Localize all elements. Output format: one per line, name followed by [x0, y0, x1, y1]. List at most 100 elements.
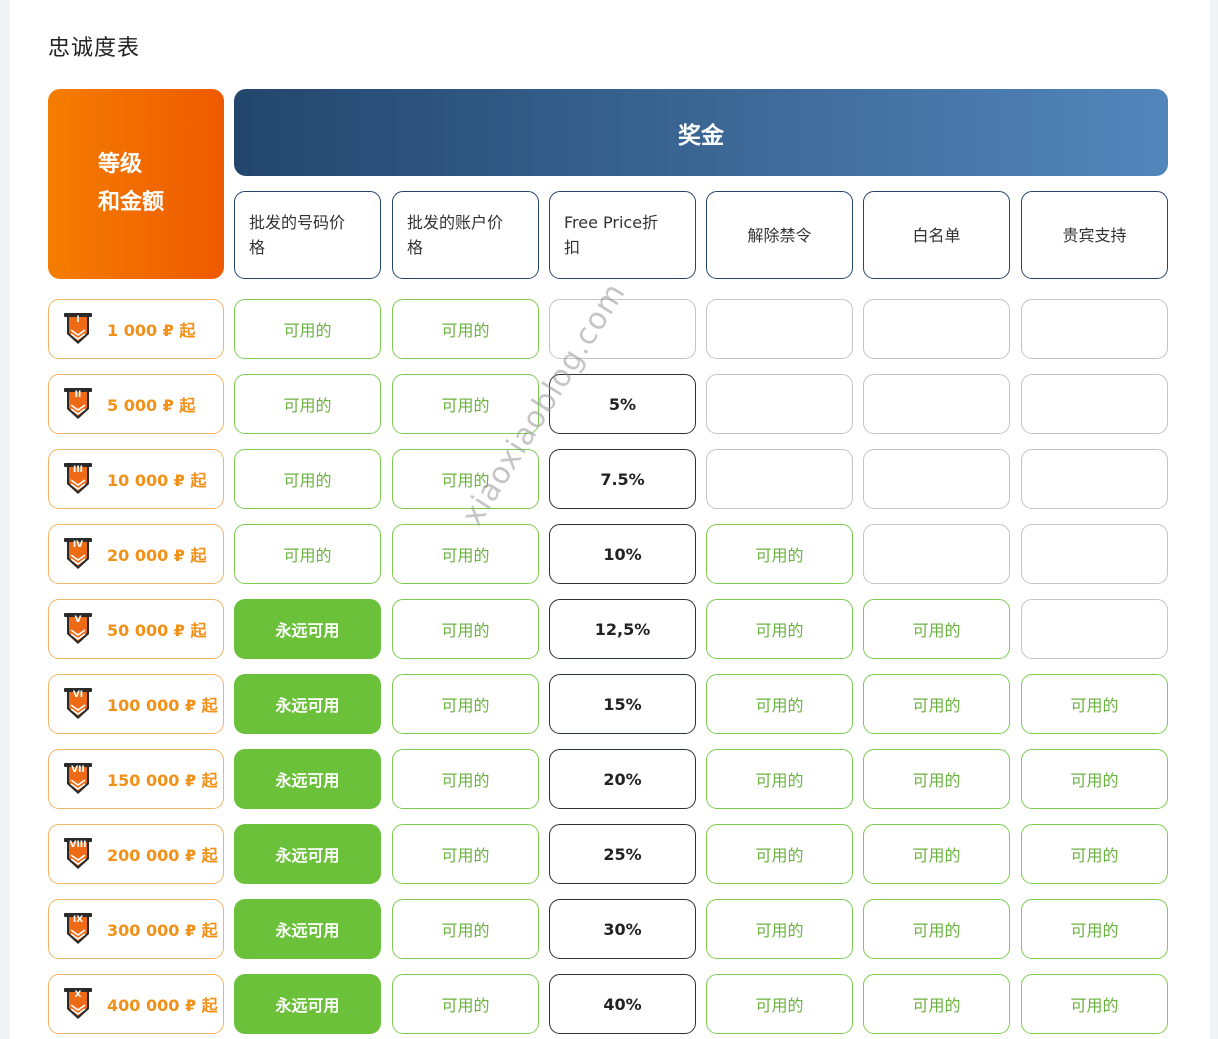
discount-cell: 15% [549, 674, 696, 734]
available-cell: 可用的 [863, 599, 1010, 659]
discount-cell: 12,5% [549, 599, 696, 659]
available-cell: 可用的 [392, 824, 539, 884]
level-amount: 300 000 ₽ 起 [107, 921, 218, 940]
column-header-line1: 批发的号码价 [249, 213, 346, 232]
column-header-text: 批发的账户价格 [407, 210, 503, 260]
available-cell: 可用的 [1021, 824, 1168, 884]
level-amount: 1 000 ₽ 起 [107, 321, 196, 340]
level-amount: 20 000 ₽ 起 [107, 546, 207, 565]
available-cell: 可用的 [706, 524, 853, 584]
available-cell: 可用的 [706, 749, 853, 809]
level-badge-numeral: III [72, 465, 84, 475]
level-amount: 100 000 ₽ 起 [107, 696, 218, 715]
available-cell: 可用的 [863, 824, 1010, 884]
column-header-6: 贵宾支持 [1021, 191, 1168, 279]
column-header-line2: 格 [249, 238, 266, 257]
available-cell: 可用的 [863, 899, 1010, 959]
empty-cell [1021, 374, 1168, 434]
available-cell: 可用的 [863, 974, 1010, 1034]
level-badge-icon: VI [63, 687, 93, 721]
level-cell: IX 300 000 ₽ 起 [48, 899, 224, 959]
level-badge-icon: I [63, 312, 93, 346]
level-amount: 400 000 ₽ 起 [107, 996, 218, 1015]
level-amount: 10 000 ₽ 起 [107, 471, 207, 490]
empty-cell [706, 299, 853, 359]
available-cell: 可用的 [1021, 974, 1168, 1034]
level-cell: IV 20 000 ₽ 起 [48, 524, 224, 584]
level-badge-icon: IV [63, 537, 93, 571]
available-cell: 可用的 [234, 374, 381, 434]
level-cell: X 400 000 ₽ 起 [48, 974, 224, 1034]
discount-cell: 25% [549, 824, 696, 884]
always-available-cell: 永远可用 [234, 974, 381, 1034]
available-cell: 可用的 [234, 299, 381, 359]
level-amount: 50 000 ₽ 起 [107, 621, 207, 640]
level-cell: V 50 000 ₽ 起 [48, 599, 224, 659]
level-badge-icon: VIII [63, 837, 93, 871]
discount-cell: 7.5% [549, 449, 696, 509]
level-badge-icon: III [63, 462, 93, 496]
available-cell: 可用的 [392, 599, 539, 659]
level-cell: III 10 000 ₽ 起 [48, 449, 224, 509]
empty-cell [863, 449, 1010, 509]
page-title: 忠诚度表 [48, 36, 141, 61]
always-available-cell: 永远可用 [234, 674, 381, 734]
empty-cell [863, 299, 1010, 359]
available-cell: 可用的 [392, 899, 539, 959]
available-cell: 可用的 [1021, 899, 1168, 959]
level-amount: 5 000 ₽ 起 [107, 396, 196, 415]
level-cell: VII 150 000 ₽ 起 [48, 749, 224, 809]
level-badge-icon: II [63, 387, 93, 421]
level-badge-icon: V [63, 612, 93, 646]
level-cell: II 5 000 ₽ 起 [48, 374, 224, 434]
column-header-text: 贵宾支持 [1062, 223, 1126, 248]
available-cell: 可用的 [1021, 749, 1168, 809]
always-available-cell: 永远可用 [234, 599, 381, 659]
column-header-text: 解除禁令 [747, 223, 811, 248]
always-available-cell: 永远可用 [234, 899, 381, 959]
column-header-line2: 扣 [564, 238, 581, 257]
available-cell: 可用的 [863, 674, 1010, 734]
empty-cell [1021, 599, 1168, 659]
available-cell: 可用的 [392, 524, 539, 584]
column-header-1: 批发的号码价格 [234, 191, 381, 279]
level-badge-numeral: IX [72, 915, 84, 925]
level-badge-numeral: II [74, 390, 82, 400]
level-cell: VI 100 000 ₽ 起 [48, 674, 224, 734]
column-header-line1: 白名单 [912, 225, 961, 245]
column-header-line1: 批发的账户价 [407, 213, 504, 232]
available-cell: 可用的 [392, 749, 539, 809]
level-cell: I 1 000 ₽ 起 [48, 299, 224, 359]
available-cell: 可用的 [392, 974, 539, 1034]
level-badge-numeral: X [74, 990, 82, 1000]
level-badge-icon: VII [63, 762, 93, 796]
column-header-text: Free Price折扣 [564, 210, 658, 260]
available-cell: 可用的 [863, 749, 1010, 809]
empty-cell [1021, 449, 1168, 509]
empty-cell [863, 374, 1010, 434]
available-cell: 可用的 [392, 299, 539, 359]
discount-cell: 30% [549, 899, 696, 959]
discount-cell: 40% [549, 974, 696, 1034]
level-amount: 150 000 ₽ 起 [107, 771, 218, 790]
column-header-4: 解除禁令 [706, 191, 853, 279]
level-badge-icon: X [63, 987, 93, 1021]
always-available-cell: 永远可用 [234, 749, 381, 809]
empty-cell [706, 449, 853, 509]
level-header-line1: 等级 [98, 152, 143, 177]
column-header-3: Free Price折扣 [549, 191, 696, 279]
column-header-2: 批发的账户价格 [392, 191, 539, 279]
level-badge-numeral: V [74, 615, 82, 625]
level-amount: 200 000 ₽ 起 [107, 846, 218, 865]
level-badge-icon: IX [63, 912, 93, 946]
level-badge-numeral: VI [72, 690, 84, 700]
level-badge-numeral: VII [71, 765, 85, 775]
available-cell: 可用的 [234, 449, 381, 509]
column-header-line2: 格 [407, 238, 424, 257]
column-header-line1: 解除禁令 [747, 225, 812, 245]
discount-cell: 10% [549, 524, 696, 584]
column-header-text: 白名单 [912, 223, 960, 248]
available-cell: 可用的 [706, 599, 853, 659]
column-header-line1: 贵宾支持 [1062, 225, 1127, 245]
discount-cell: 20% [549, 749, 696, 809]
